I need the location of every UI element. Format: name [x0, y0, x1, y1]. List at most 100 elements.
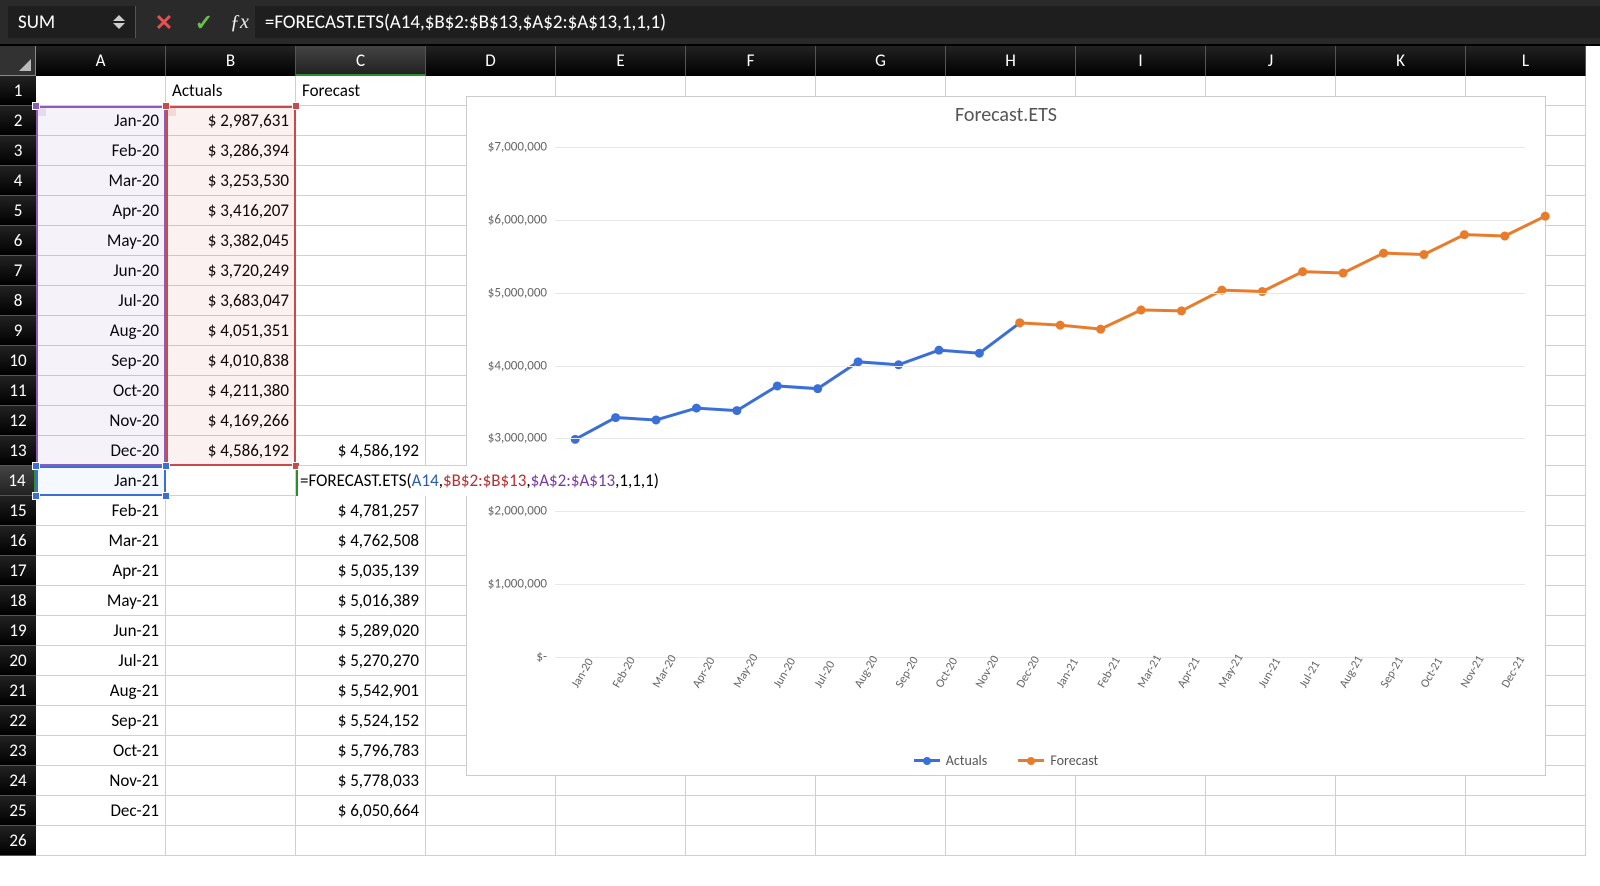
row-header-12[interactable]: 12: [0, 406, 36, 436]
row-header-19[interactable]: 19: [0, 616, 36, 646]
cell-C25[interactable]: $ 6,050,664: [296, 796, 426, 826]
cell-B15[interactable]: [166, 496, 296, 526]
cell-B11[interactable]: $ 4,211,380: [166, 376, 296, 406]
cell-C20[interactable]: $ 5,270,270: [296, 646, 426, 676]
column-header-c[interactable]: C: [296, 46, 426, 76]
row-header-16[interactable]: 16: [0, 526, 36, 556]
cell-A24[interactable]: Nov-21: [36, 766, 166, 796]
cell-G26[interactable]: [816, 826, 946, 856]
row-header-15[interactable]: 15: [0, 496, 36, 526]
cell-B20[interactable]: [166, 646, 296, 676]
row-header-2[interactable]: 2: [0, 106, 36, 136]
fx-icon[interactable]: ƒx: [230, 11, 249, 34]
cell-B21[interactable]: [166, 676, 296, 706]
cell-A23[interactable]: Oct-21: [36, 736, 166, 766]
cell-A10[interactable]: Sep-20: [36, 346, 166, 376]
row-header-24[interactable]: 24: [0, 766, 36, 796]
row-header-11[interactable]: 11: [0, 376, 36, 406]
row-header-10[interactable]: 10: [0, 346, 36, 376]
cell-A8[interactable]: Jul-20: [36, 286, 166, 316]
cell-C3[interactable]: [296, 136, 426, 166]
cell-C7[interactable]: [296, 256, 426, 286]
cell-C2[interactable]: [296, 106, 426, 136]
column-header-e[interactable]: E: [556, 46, 686, 76]
cell-E25[interactable]: [556, 796, 686, 826]
cell-D25[interactable]: [426, 796, 556, 826]
select-all-corner[interactable]: [0, 46, 36, 76]
cell-B12[interactable]: $ 4,169,266: [166, 406, 296, 436]
cell-C21[interactable]: $ 5,542,901: [296, 676, 426, 706]
column-header-h[interactable]: H: [946, 46, 1076, 76]
cell-K25[interactable]: [1336, 796, 1466, 826]
cell-A26[interactable]: [36, 826, 166, 856]
column-header-g[interactable]: G: [816, 46, 946, 76]
cell-C16[interactable]: $ 4,762,508: [296, 526, 426, 556]
cell-A21[interactable]: Aug-21: [36, 676, 166, 706]
row-header-22[interactable]: 22: [0, 706, 36, 736]
cell-C12[interactable]: [296, 406, 426, 436]
cell-J26[interactable]: [1206, 826, 1336, 856]
cell-C24[interactable]: $ 5,778,033: [296, 766, 426, 796]
cell-H26[interactable]: [946, 826, 1076, 856]
cell-A18[interactable]: May-21: [36, 586, 166, 616]
cell-A13[interactable]: Dec-20: [36, 436, 166, 466]
column-header-j[interactable]: J: [1206, 46, 1336, 76]
cell-B4[interactable]: $ 3,253,530: [166, 166, 296, 196]
row-header-14[interactable]: 14: [0, 466, 36, 496]
row-header-1[interactable]: 1: [0, 76, 36, 106]
cell-A15[interactable]: Feb-21: [36, 496, 166, 526]
cell-C10[interactable]: [296, 346, 426, 376]
chart[interactable]: Forecast.ETS $-$1,000,000$2,000,000$3,00…: [466, 96, 1546, 776]
cell-B7[interactable]: $ 3,720,249: [166, 256, 296, 286]
cell-B5[interactable]: $ 3,416,207: [166, 196, 296, 226]
cell-G25[interactable]: [816, 796, 946, 826]
cell-C5[interactable]: [296, 196, 426, 226]
cell-C13[interactable]: $ 4,586,192: [296, 436, 426, 466]
cell-B8[interactable]: $ 3,683,047: [166, 286, 296, 316]
cell-C8[interactable]: [296, 286, 426, 316]
cell-A5[interactable]: Apr-20: [36, 196, 166, 226]
cell-A16[interactable]: Mar-21: [36, 526, 166, 556]
cell-C17[interactable]: $ 5,035,139: [296, 556, 426, 586]
cell-C9[interactable]: [296, 316, 426, 346]
row-header-6[interactable]: 6: [0, 226, 36, 256]
cell-B3[interactable]: $ 3,286,394: [166, 136, 296, 166]
cell-F26[interactable]: [686, 826, 816, 856]
cell-K26[interactable]: [1336, 826, 1466, 856]
cell-B19[interactable]: [166, 616, 296, 646]
column-header-b[interactable]: B: [166, 46, 296, 76]
cell-L25[interactable]: [1466, 796, 1586, 826]
cell-A12[interactable]: Nov-20: [36, 406, 166, 436]
row-header-21[interactable]: 21: [0, 676, 36, 706]
cell-I26[interactable]: [1076, 826, 1206, 856]
cell-J25[interactable]: [1206, 796, 1336, 826]
cell-A19[interactable]: Jun-21: [36, 616, 166, 646]
cell-C4[interactable]: [296, 166, 426, 196]
cell-A1[interactable]: [36, 76, 166, 106]
row-header-3[interactable]: 3: [0, 136, 36, 166]
cell-C1[interactable]: Forecast: [296, 76, 426, 106]
row-header-20[interactable]: 20: [0, 646, 36, 676]
cell-B10[interactable]: $ 4,010,838: [166, 346, 296, 376]
cell-B26[interactable]: [166, 826, 296, 856]
cell-A11[interactable]: Oct-20: [36, 376, 166, 406]
column-header-l[interactable]: L: [1466, 46, 1586, 76]
column-header-i[interactable]: I: [1076, 46, 1206, 76]
cell-I25[interactable]: [1076, 796, 1206, 826]
cell-H25[interactable]: [946, 796, 1076, 826]
cell-B6[interactable]: $ 3,382,045: [166, 226, 296, 256]
cell-L26[interactable]: [1466, 826, 1586, 856]
row-header-18[interactable]: 18: [0, 586, 36, 616]
cell-B24[interactable]: [166, 766, 296, 796]
cell-B16[interactable]: [166, 526, 296, 556]
column-header-f[interactable]: F: [686, 46, 816, 76]
cell-B2[interactable]: $ 2,987,631: [166, 106, 296, 136]
cancel-button[interactable]: ✕: [144, 6, 184, 38]
cell-A22[interactable]: Sep-21: [36, 706, 166, 736]
cell-B14[interactable]: [166, 466, 296, 496]
cell-A25[interactable]: Dec-21: [36, 796, 166, 826]
cell-C6[interactable]: [296, 226, 426, 256]
cell-A6[interactable]: May-20: [36, 226, 166, 256]
cell-F25[interactable]: [686, 796, 816, 826]
formula-input[interactable]: =FORECAST.ETS(A14,$B$2:$B$13,$A$2:$A$13,…: [255, 6, 1600, 38]
